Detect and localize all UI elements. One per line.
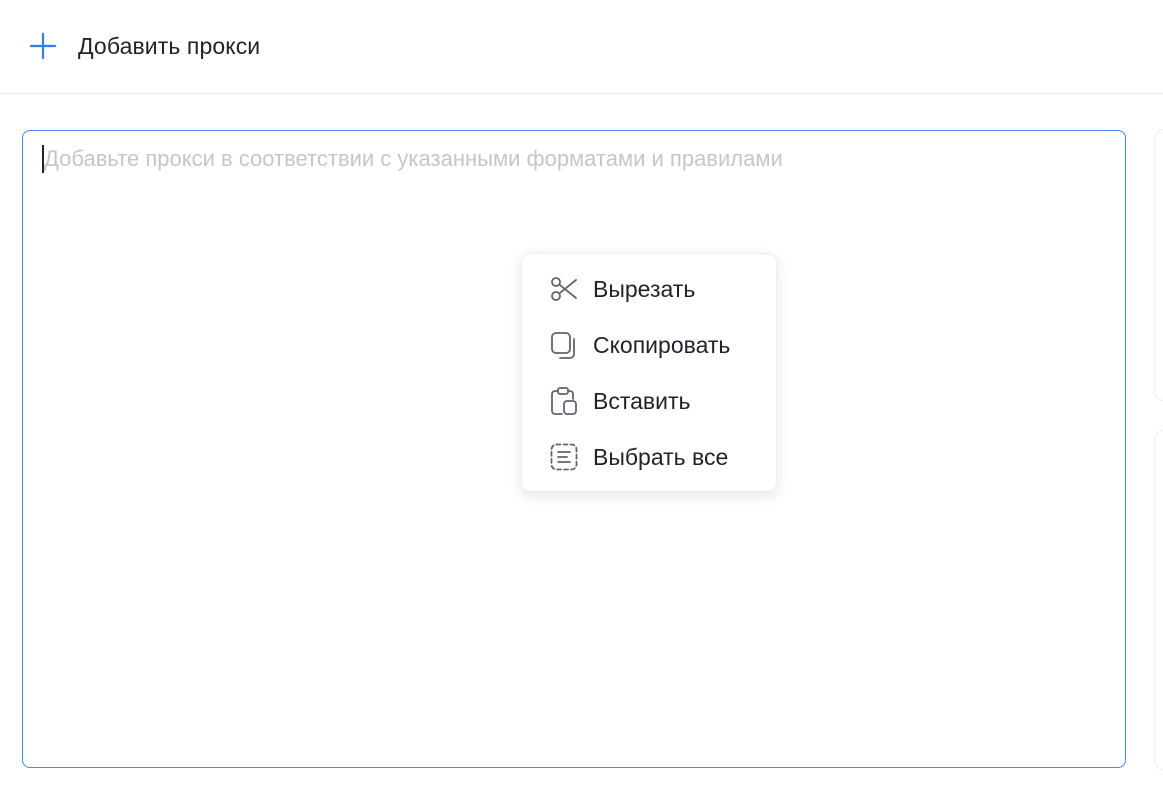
menu-item-label: Выбрать все [593, 443, 729, 470]
add-proxy-label: Добавить прокси [78, 32, 261, 59]
menu-item-select-all[interactable]: Выбрать все [522, 433, 776, 481]
top-toolbar: Добавить прокси [0, 0, 1163, 94]
side-panel-top [1154, 129, 1163, 401]
paste-icon [549, 386, 579, 416]
select-all-icon [549, 442, 579, 472]
menu-item-label: Вырезать [593, 275, 696, 302]
copy-icon [549, 330, 579, 360]
menu-item-label: Скопировать [593, 331, 731, 358]
menu-item-copy[interactable]: Скопировать [522, 321, 776, 369]
menu-item-label: Вставить [593, 387, 691, 414]
menu-item-cut[interactable]: Вырезать [522, 265, 776, 313]
menu-item-paste[interactable]: Вставить [522, 377, 776, 425]
text-caret [42, 145, 44, 173]
context-menu: Вырезать Скопировать Вставить Выбрать вс… [521, 253, 777, 492]
side-panel-bottom [1154, 430, 1163, 770]
add-proxy-button[interactable]: Добавить прокси [28, 28, 260, 64]
plus-icon [29, 32, 57, 60]
scissors-icon [549, 274, 579, 304]
textarea-placeholder: Добавьте прокси в соответствии с указанн… [44, 146, 783, 171]
